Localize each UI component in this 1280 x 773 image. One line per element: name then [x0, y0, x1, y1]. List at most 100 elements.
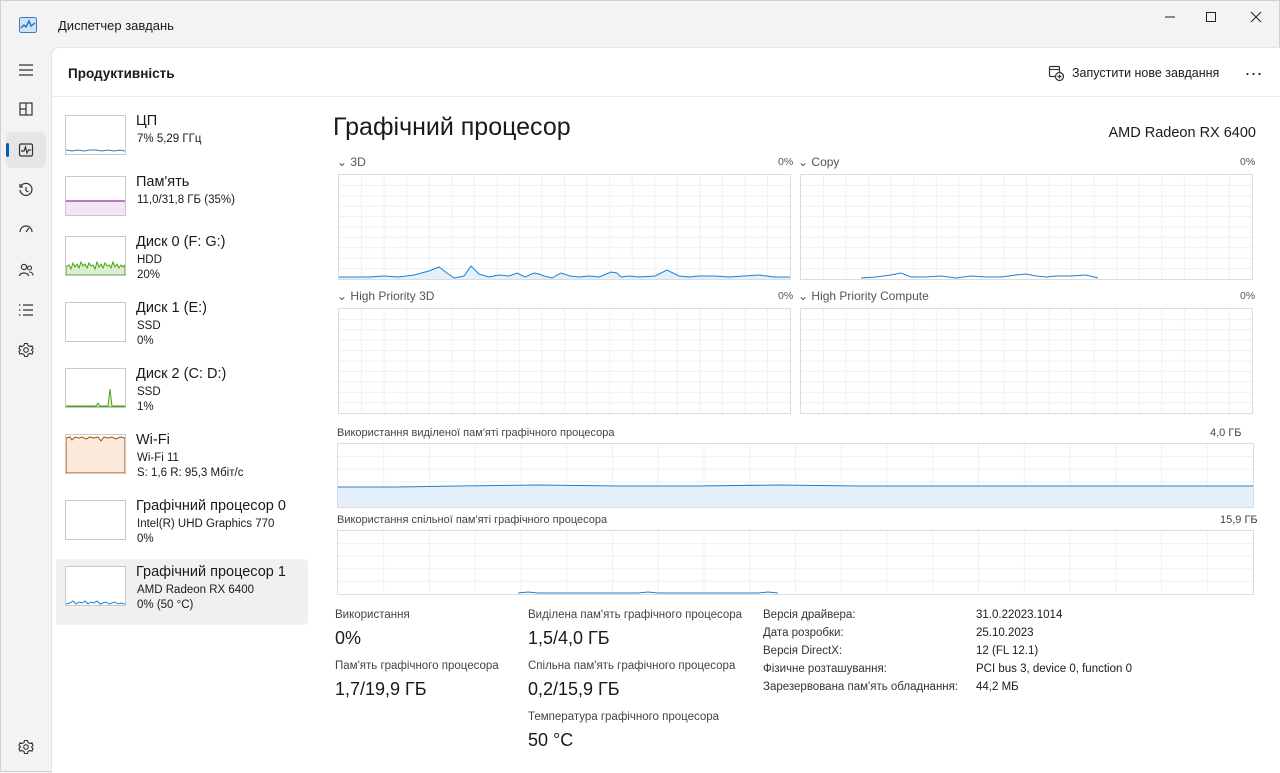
device-cpu[interactable]: ЦП 7% 5,29 ГГц: [56, 108, 308, 174]
graph-hpcompute-selector[interactable]: ⌄ High Priority Compute: [798, 289, 929, 303]
close-icon: [1250, 11, 1262, 23]
more-options-button[interactable]: ...: [1242, 60, 1266, 84]
device-type: SSD: [137, 386, 161, 398]
device-thumbnail: [65, 302, 126, 342]
nav-performance[interactable]: [6, 132, 46, 168]
settings-icon: [18, 739, 34, 755]
minimize-button[interactable]: [1147, 1, 1193, 33]
graph-hp3d-pct: 0%: [778, 290, 794, 302]
temperature-stat-label: Температура графічного процесора: [528, 711, 720, 723]
graph-copy-selector[interactable]: ⌄ Copy: [798, 155, 839, 169]
title-bar: Диспетчер завдань: [1, 1, 1279, 49]
services-icon: [18, 342, 34, 358]
window-title: Диспетчер завдань: [58, 18, 174, 33]
graph-hp3d-label: High Priority 3D: [350, 289, 435, 303]
physical-location-key: Фізичне розташування:: [763, 663, 887, 675]
nav-processes[interactable]: [6, 91, 46, 127]
nav-details[interactable]: [6, 292, 46, 328]
device-thumbnail: [65, 176, 126, 216]
run-new-task-label: Запустити нове завдання: [1072, 66, 1220, 80]
processes-icon: [19, 102, 33, 116]
nav-app-history[interactable]: [6, 172, 46, 208]
maximize-button[interactable]: [1188, 1, 1234, 33]
chevron-down-icon: ⌄: [798, 155, 809, 169]
nav-services[interactable]: [6, 332, 46, 368]
graph-hp3d-selector[interactable]: ⌄ High Priority 3D: [337, 289, 434, 303]
graph-copy-pct: 0%: [1240, 156, 1256, 168]
device-name: Графічний процесор 0: [136, 498, 286, 514]
run-new-task-button[interactable]: Запустити нове завдання: [1048, 63, 1219, 83]
usage-value: 0%: [335, 628, 362, 648]
device-name: Диск 1 (E:): [136, 300, 207, 316]
shared-memory-max: 15,9 ГБ: [1220, 514, 1258, 526]
nav-settings[interactable]: [6, 729, 46, 765]
graph-shared-memory: [337, 530, 1254, 595]
device-disk-1[interactable]: Диск 1 (E:) SSD 0%: [56, 295, 308, 361]
app-history-icon: [19, 182, 33, 196]
graph-grid: [801, 175, 1252, 279]
chevron-down-icon: ⌄: [337, 155, 348, 169]
device-memory[interactable]: Пам'ять 11,0/31,8 ГБ (35%): [56, 169, 308, 235]
graph-grid: [801, 309, 1252, 413]
content-pane: Продуктивність Запустити нове завдання .…: [51, 47, 1280, 773]
startup-apps-icon: [19, 225, 33, 233]
shared-memory-stat-value: 0,2/15,9 ГБ: [528, 679, 620, 699]
page-title: Продуктивність: [68, 66, 175, 81]
maximize-icon: [1206, 12, 1216, 22]
dedicated-memory-label: Використання виділеної пам'яті графічног…: [337, 427, 615, 439]
nav-users[interactable]: [6, 252, 46, 288]
driver-date-key: Дата розробки:: [763, 627, 844, 639]
graph-3d-pct: 0%: [778, 156, 794, 168]
driver-version-key: Версія драйвера:: [763, 609, 856, 621]
device-usage: 0%: [137, 533, 154, 545]
device-throughput: S: 1,6 R: 95,3 Мбіт/с: [137, 467, 244, 479]
directx-version-key: Версія DirectX:: [763, 645, 843, 657]
graph-grid: [339, 309, 790, 413]
gpu-model: AMD Radeon RX 6400: [1108, 125, 1257, 141]
device-model: Intel(R) UHD Graphics 770: [137, 518, 275, 530]
nav-startup-apps[interactable]: [6, 212, 46, 248]
device-model: AMD Radeon RX 6400: [137, 584, 254, 596]
graph-3d-label: 3D: [350, 155, 366, 169]
graph-grid: [338, 444, 1253, 507]
graph-3d-selector[interactable]: ⌄ 3D: [337, 155, 366, 169]
device-thumbnail: [65, 368, 126, 408]
details-icon: [19, 304, 33, 316]
graph-copy-label: Copy: [811, 155, 840, 169]
graph-grid: [338, 531, 1253, 594]
device-name: ЦП: [136, 113, 158, 129]
navigation-rail: [1, 49, 51, 773]
gpu-title: Графічний процесор: [333, 113, 571, 141]
device-usage: 1%: [137, 401, 154, 413]
device-detail: Wi-Fi 11: [137, 452, 179, 464]
hamburger-menu-icon: [19, 64, 33, 76]
device-name: Диск 0 (F: G:): [136, 234, 226, 250]
device-gpu-1[interactable]: Графічний процесор 1 AMD Radeon RX 6400 …: [56, 559, 308, 625]
driver-date-value: 25.10.2023: [976, 627, 1034, 639]
device-disk-2[interactable]: Диск 2 (C: D:) SSD 1%: [56, 361, 308, 427]
task-manager-window: Диспетчер завдань Продуктивність Запусти…: [0, 0, 1280, 773]
directx-version-value: 12 (FL 12.1): [976, 645, 1039, 657]
temperature-stat-value: 50 °C: [528, 730, 574, 750]
device-usage: 0%: [137, 335, 154, 347]
device-disk-0[interactable]: Диск 0 (F: G:) HDD 20%: [56, 229, 308, 295]
graph-hpcompute-label: High Priority Compute: [811, 289, 929, 303]
device-wifi[interactable]: Wi-Fi Wi-Fi 11 S: 1,6 R: 95,3 Мбіт/с: [56, 427, 308, 493]
graph-3d: [338, 174, 791, 280]
page-header: Продуктивність Запустити нове завдання .…: [52, 48, 1280, 97]
device-type: SSD: [137, 320, 161, 332]
usage-label: Використання: [335, 609, 410, 621]
device-detail: 7% 5,29 ГГц: [137, 133, 202, 145]
close-button[interactable]: [1233, 1, 1279, 33]
reserved-memory-key: Зарезервована пам'ять обладнання:: [763, 681, 959, 693]
device-gpu-0[interactable]: Графічний процесор 0 Intel(R) UHD Graphi…: [56, 493, 308, 559]
driver-version-value: 31.0.22023.1014: [976, 609, 1063, 621]
chevron-down-icon: ⌄: [337, 289, 348, 303]
device-type: HDD: [137, 254, 162, 266]
hamburger-menu-button[interactable]: [6, 52, 46, 88]
dedicated-memory-stat-label: Виділена пам'ять графічного процесора: [528, 609, 743, 621]
device-thumbnail: [65, 115, 126, 155]
physical-location-value: PCI bus 3, device 0, function 0: [976, 663, 1132, 675]
dedicated-memory-max: 4,0 ГБ: [1210, 427, 1242, 439]
device-thumbnail: [65, 566, 126, 606]
